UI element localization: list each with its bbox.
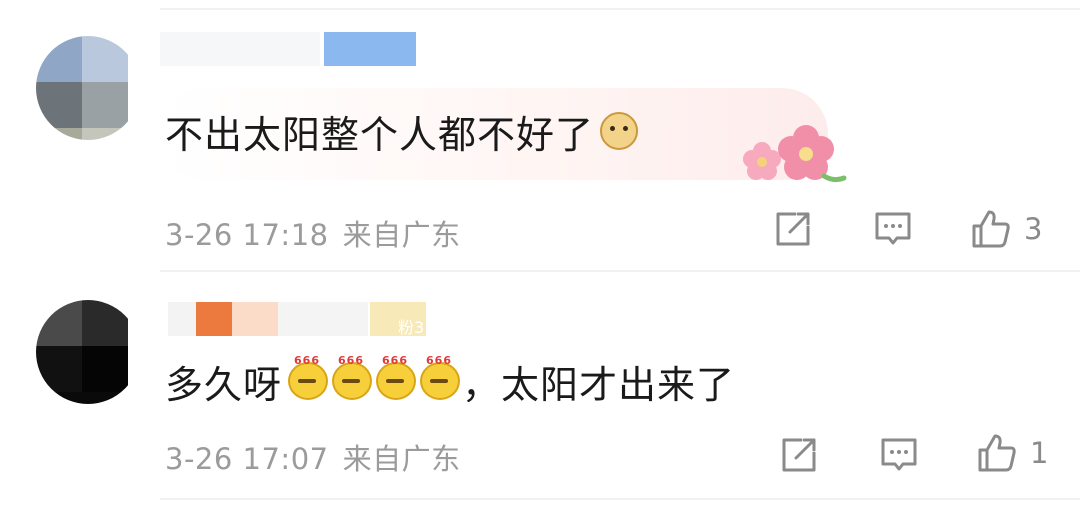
comment-text: 不出太阳整个人都不好了 — [165, 106, 640, 157]
comment-date: 3-26 17:18 — [165, 218, 329, 252]
username-blurred[interactable] — [160, 302, 430, 336]
like-button[interactable]: 3 — [970, 208, 1042, 250]
comment-feed: 不出太阳整个人都不好了 3-26 17:18 来自广东 3 粉3 多久呀 666… — [0, 0, 1080, 508]
666-emoji-icon: 666 — [376, 354, 417, 400]
doge-emoji-icon — [600, 112, 639, 150]
666-emoji-icon: 666 — [288, 354, 329, 400]
bottom-divider — [160, 498, 1080, 500]
share-button[interactable] — [780, 436, 818, 474]
comment-meta: 3-26 17:18 来自广东 — [165, 212, 461, 254]
comment-meta: 3-26 17:07 来自广东 — [165, 436, 461, 478]
comment-location: 来自广东 — [342, 218, 461, 252]
fan-badge: 粉3 — [398, 318, 425, 337]
like-button[interactable]: 1 — [976, 432, 1048, 474]
comment-divider — [160, 270, 1080, 272]
username-blurred[interactable] — [160, 32, 420, 66]
avatar[interactable] — [36, 36, 140, 140]
flower-decoration-icon — [743, 125, 847, 183]
comment-text: 多久呀 666 666 666 666 ，太阳才出来了 — [165, 354, 736, 407]
thumbs-up-icon — [978, 434, 1016, 472]
comment-text-before: 多久呀 — [165, 362, 283, 407]
avatar[interactable] — [36, 300, 140, 404]
comment-icon — [875, 212, 911, 245]
like-count: 3 — [1024, 212, 1043, 246]
comment-icon — [881, 438, 917, 471]
share-icon — [782, 438, 816, 472]
share-icon — [776, 212, 810, 246]
comment-location: 来自广东 — [342, 442, 461, 476]
comment-text-after: ，太阳才出来了 — [462, 362, 736, 407]
share-button[interactable] — [774, 210, 812, 248]
comment-button[interactable] — [880, 436, 918, 474]
comment-button[interactable] — [874, 210, 912, 248]
comment-text-content: 不出太阳整个人都不好了 — [165, 112, 595, 157]
thumbs-up-icon — [972, 210, 1010, 248]
like-count: 1 — [1030, 436, 1049, 470]
666-emoji-icon: 666 — [332, 354, 373, 400]
comment-date: 3-26 17:07 — [165, 442, 329, 476]
top-divider — [160, 8, 1080, 10]
666-emoji-icon: 666 — [420, 354, 461, 400]
